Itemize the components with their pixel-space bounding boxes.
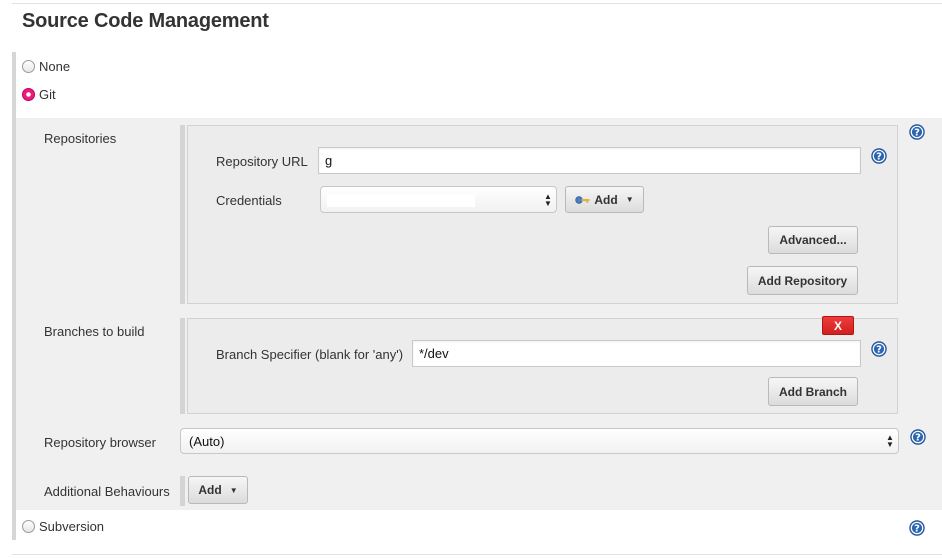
advanced-button[interactable]: Advanced...	[768, 226, 858, 254]
add-branch-button[interactable]: Add Branch	[768, 377, 858, 406]
branches-label: Branches to build	[44, 324, 145, 339]
section-bottom-divider	[12, 554, 942, 555]
svg-text:?: ?	[915, 433, 921, 444]
radio-git-label: Git	[39, 87, 56, 102]
scm-option-none[interactable]: None	[22, 59, 70, 74]
repositories-bar	[180, 125, 185, 304]
help-icon[interactable]: ?	[909, 520, 925, 539]
additional-behaviours-bar	[180, 476, 185, 506]
credentials-label: Credentials	[216, 193, 282, 208]
help-icon[interactable]: ?	[909, 124, 925, 143]
select-arrows-icon: ▲ ▼	[544, 191, 552, 208]
scm-option-subversion[interactable]: Subversion	[22, 519, 104, 534]
radio-git[interactable]	[22, 88, 35, 101]
radio-none[interactable]	[22, 60, 35, 73]
radio-subversion-label: Subversion	[39, 519, 105, 534]
add-repository-button[interactable]: Add Repository	[747, 266, 858, 295]
branch-specifier-input[interactable]	[412, 340, 861, 367]
repository-browser-select[interactable]: (Auto) ▲ ▼	[180, 428, 899, 454]
help-icon[interactable]: ?	[910, 429, 926, 448]
chevron-down-icon: ▼	[625, 195, 634, 204]
section-title: Source Code Management	[22, 10, 269, 32]
chevron-down-icon: ▼	[229, 485, 238, 495]
additional-behaviours-label: Additional Behaviours	[44, 484, 170, 499]
key-icon	[575, 195, 591, 205]
svg-text:?: ?	[876, 152, 882, 163]
add-behaviour-label: Add	[198, 483, 222, 497]
radio-none-label: None	[39, 59, 71, 74]
repositories-label: Repositories	[44, 131, 117, 146]
help-icon[interactable]: ?	[871, 341, 887, 360]
add-credentials-label: Add	[594, 192, 618, 207]
branch-specifier-label: Branch Specifier (blank for 'any')	[216, 347, 404, 362]
svg-text:?: ?	[914, 128, 920, 139]
credentials-redacted	[327, 194, 475, 207]
scm-option-git[interactable]: Git	[22, 87, 56, 102]
add-behaviour-button[interactable]: Add ▼	[188, 476, 248, 504]
credentials-select[interactable]: ▲ ▼	[320, 186, 557, 213]
svg-text:?: ?	[876, 345, 882, 356]
branches-bar	[180, 318, 185, 414]
add-credentials-button[interactable]: Add ▼	[565, 186, 644, 213]
section-top-divider	[12, 3, 942, 4]
radio-subversion[interactable]	[22, 520, 35, 533]
svg-text:?: ?	[914, 524, 920, 535]
repository-browser-label: Repository browser	[44, 435, 156, 450]
select-arrows-icon: ▲ ▼	[886, 433, 894, 449]
help-icon[interactable]: ?	[871, 148, 887, 167]
repository-url-input[interactable]	[318, 147, 861, 174]
delete-branch-button[interactable]: X	[822, 316, 854, 335]
repository-url-label: Repository URL	[216, 154, 308, 169]
repository-browser-value: (Auto)	[189, 433, 225, 449]
